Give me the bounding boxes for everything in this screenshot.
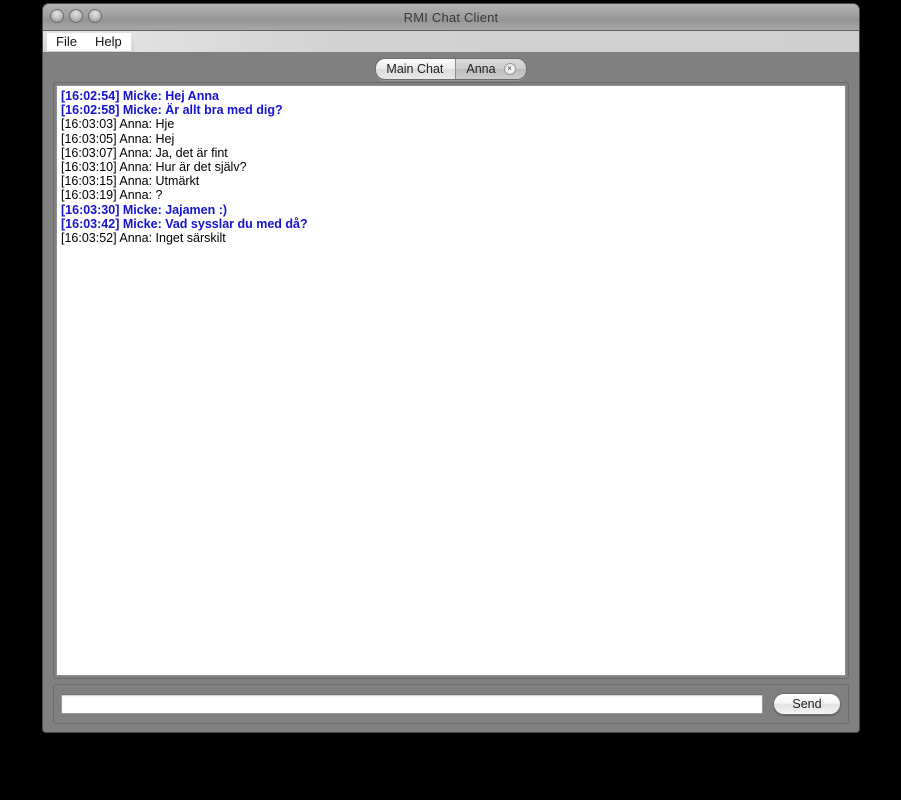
tab-anna[interactable]: Anna × bbox=[455, 58, 526, 79]
tab-anna-label: Anna bbox=[466, 61, 496, 76]
chat-message: [16:03:05] Anna: Hej bbox=[61, 131, 175, 146]
zoom-button[interactable] bbox=[88, 9, 102, 23]
menu-bar: File Help bbox=[43, 31, 859, 53]
chat-message: [16:03:42] Micke: Vad sysslar du med då? bbox=[61, 216, 308, 231]
chat-message: [16:02:58] Micke: Är allt bra med dig? bbox=[61, 103, 283, 118]
title-bar: RMI Chat Client bbox=[43, 4, 859, 31]
send-button[interactable]: Send bbox=[773, 693, 841, 715]
tab-main-chat-label: Main Chat bbox=[386, 61, 444, 76]
chat-message: [16:03:10] Anna: Hur är det själv? bbox=[61, 160, 247, 175]
chat-message: [16:03:07] Anna: Ja, det är fint bbox=[61, 145, 228, 160]
close-icon[interactable]: × bbox=[503, 62, 516, 75]
composer-panel: Send bbox=[53, 684, 849, 724]
chat-message: [16:02:54] Micke: Hej Anna bbox=[61, 89, 219, 103]
chat-panel: [16:02:54] Micke: Hej Anna [16:02:58] Mic… bbox=[53, 82, 849, 679]
screen: RMI Chat Client File Help Main Chat Anna… bbox=[0, 0, 901, 800]
window-content: Main Chat Anna × [16:02:54] Micke: Hej A… bbox=[43, 53, 859, 732]
menu-bar-filler bbox=[131, 31, 859, 52]
menu-item-help[interactable]: Help bbox=[85, 32, 131, 51]
chat-message: [16:03:03] Anna: Hje bbox=[61, 117, 175, 132]
close-button[interactable] bbox=[50, 9, 64, 23]
chat-message: [16:03:15] Anna: Utmärkt bbox=[61, 174, 200, 189]
application-window: RMI Chat Client File Help Main Chat Anna… bbox=[42, 3, 860, 733]
tab-main-chat[interactable]: Main Chat bbox=[376, 58, 456, 79]
chat-message: [16:03:52] Anna: Inget särskilt bbox=[61, 231, 226, 246]
tab-group: Main Chat Anna × bbox=[375, 57, 527, 80]
chat-message: [16:03:30] Micke: Jajamen :) bbox=[61, 202, 228, 217]
chat-message: [16:03:19] Anna: ? bbox=[61, 188, 163, 203]
tab-strip: Main Chat Anna × bbox=[43, 53, 859, 81]
message-input[interactable] bbox=[61, 694, 763, 714]
menu-item-file[interactable]: File bbox=[47, 32, 86, 51]
minimize-button[interactable] bbox=[69, 9, 83, 23]
window-title: RMI Chat Client bbox=[403, 9, 499, 25]
window-controls bbox=[50, 9, 102, 23]
chat-message-log[interactable]: [16:02:54] Micke: Hej Anna [16:02:58] Mic… bbox=[56, 85, 846, 676]
